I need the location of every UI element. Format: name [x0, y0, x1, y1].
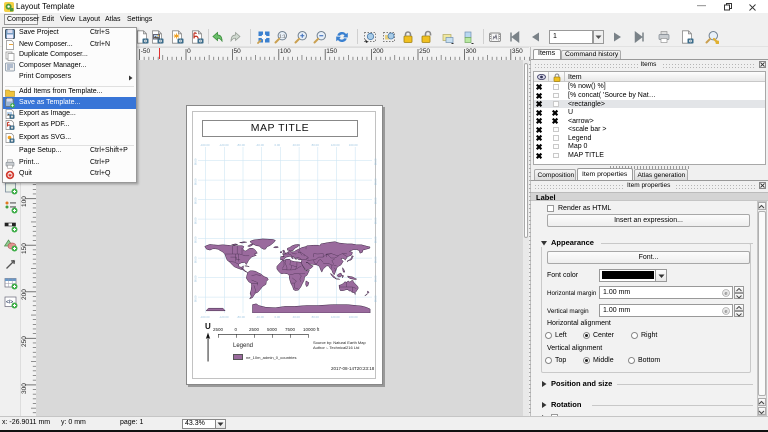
svg-text:e: e	[724, 309, 727, 315]
svg-text:e: e	[724, 291, 727, 297]
